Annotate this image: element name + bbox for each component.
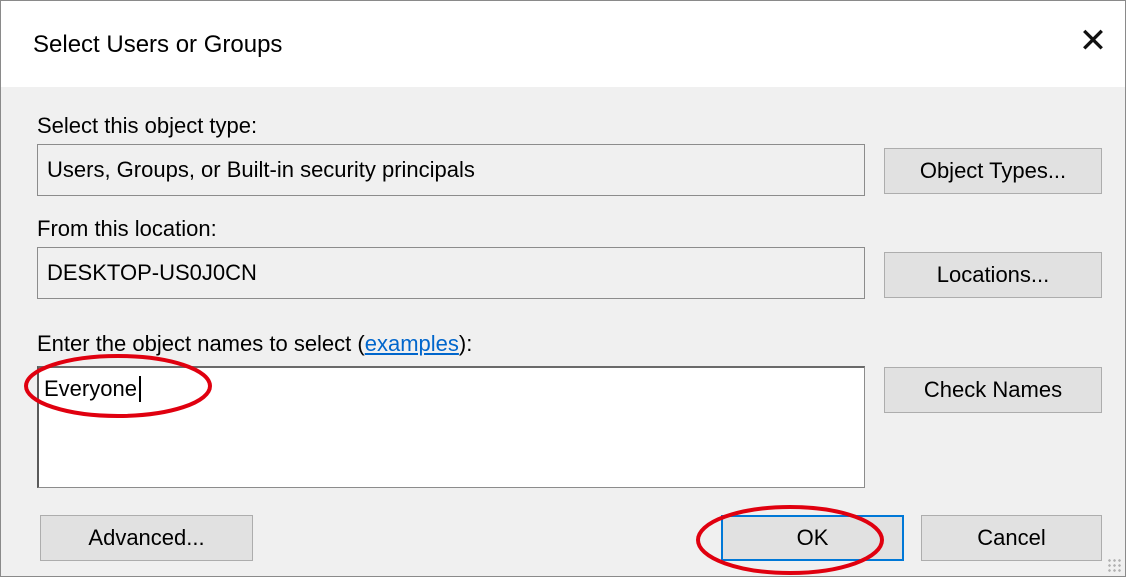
object-types-button-label: Object Types...	[919, 158, 1067, 183]
examples-link[interactable]: examples	[365, 331, 459, 356]
names-label-prefix: Enter the object names to select (	[37, 331, 365, 356]
object-type-field: Users, Groups, or Built-in security prin…	[37, 144, 865, 196]
ok-button[interactable]: OK	[721, 515, 904, 561]
object-type-label-text: Select this object type:	[37, 113, 258, 138]
close-button[interactable]: ✕	[1067, 15, 1119, 67]
check-names-button[interactable]: Check Names	[884, 367, 1102, 413]
object-names-value: Everyone	[44, 376, 141, 402]
resize-grip-icon[interactable]	[1107, 558, 1121, 572]
cancel-button-label: Cancel	[977, 525, 1046, 550]
check-names-button-label: Check Names	[923, 377, 1063, 402]
cancel-button[interactable]: Cancel	[921, 515, 1102, 561]
select-users-dialog: Select Users or Groups ✕ Select this obj…	[0, 0, 1126, 577]
location-label-text: From this location:	[37, 216, 217, 241]
object-type-label: Select this object type:	[37, 113, 257, 139]
object-types-button[interactable]: Object Types...	[884, 148, 1102, 194]
location-value: DESKTOP-US0J0CN	[47, 260, 257, 285]
locations-button-label: Locations...	[936, 262, 1050, 287]
names-label-suffix: ):	[458, 331, 473, 356]
locations-button[interactable]: Locations...	[884, 252, 1102, 298]
location-label: From this location:	[37, 216, 217, 242]
ok-button-label: OK	[796, 525, 829, 550]
names-label: Enter the object names to select (exampl…	[37, 331, 472, 357]
advanced-button[interactable]: Advanced...	[40, 515, 253, 561]
object-names-input[interactable]: Everyone	[37, 366, 865, 488]
title-bar: Select Users or Groups ✕	[1, 1, 1125, 87]
object-type-value: Users, Groups, or Built-in security prin…	[47, 157, 475, 182]
close-icon: ✕	[1078, 22, 1108, 60]
advanced-button-label: Advanced...	[88, 525, 205, 550]
location-field: DESKTOP-US0J0CN	[37, 247, 865, 299]
window-title: Select Users or Groups	[33, 31, 283, 58]
